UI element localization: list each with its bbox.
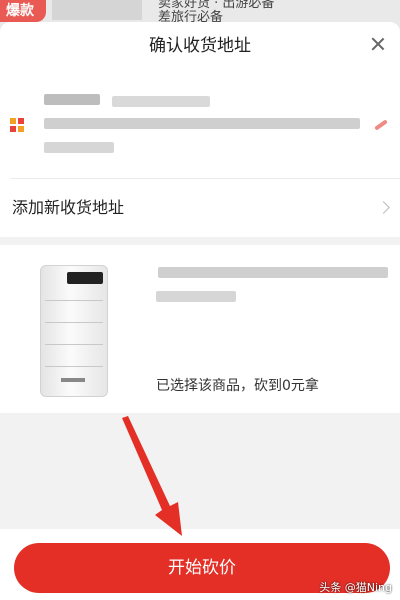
product-ridge xyxy=(45,344,103,345)
watermark: 头条 @猫Ning xyxy=(319,581,392,594)
recipient-name xyxy=(44,94,100,105)
product-ridge xyxy=(45,322,103,323)
empty-area xyxy=(0,413,400,529)
chevron-right-icon xyxy=(377,201,390,214)
add-new-address-label: 添加新收货地址 xyxy=(12,198,125,217)
add-new-address-row[interactable]: 添加新收货地址 xyxy=(0,179,400,237)
product-ridge xyxy=(45,366,103,367)
address-detail-line1 xyxy=(44,118,360,129)
product-display xyxy=(67,272,103,284)
product-ridge xyxy=(45,300,103,301)
section-gap xyxy=(0,237,400,245)
recipient-phone xyxy=(112,96,210,107)
sheet-header: 确认收货地址 xyxy=(0,22,400,70)
power-bank-product-image xyxy=(40,265,108,397)
product-title-line1 xyxy=(158,267,388,278)
address-detail-line2 xyxy=(44,142,114,153)
selected-product: 已选择该商品，砍到0元拿 xyxy=(0,245,400,413)
sheet-title: 确认收货地址 xyxy=(149,36,251,56)
selected-address[interactable] xyxy=(0,70,400,178)
selected-product-note: 已选择该商品，砍到0元拿 xyxy=(156,378,319,394)
confirm-address-sheet: 确认收货地址 添加新收货地址 已选择该商品，砍到0元拿 开始砍价 头条 @猫Ni… xyxy=(0,22,400,600)
product-logo xyxy=(61,378,85,382)
background-badge: 爆款 xyxy=(0,0,46,22)
bottom-bar: 开始砍价 头条 @猫Ning xyxy=(0,529,400,600)
product-title-line2 xyxy=(156,291,236,302)
close-icon[interactable] xyxy=(368,34,388,54)
location-pin-icon xyxy=(10,118,26,134)
background-thumbnail xyxy=(52,0,142,20)
edit-pencil-icon[interactable] xyxy=(374,118,388,132)
